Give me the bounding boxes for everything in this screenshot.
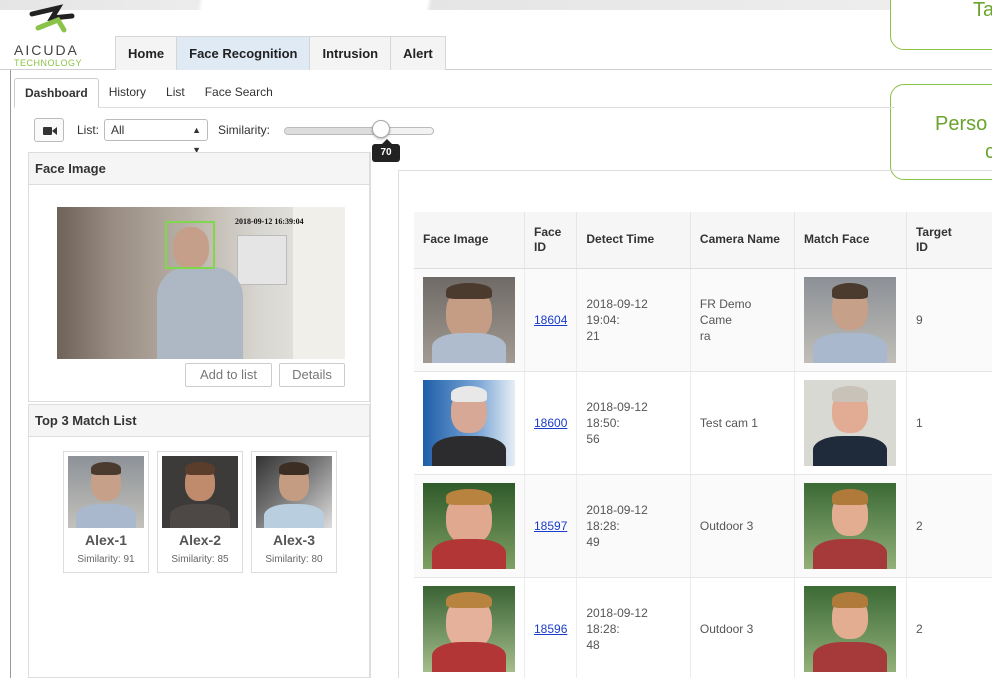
match-similarity: Similarity: 91 <box>77 554 135 565</box>
detected-face-thumbnail[interactable] <box>423 482 515 569</box>
list-select-value: All <box>111 123 125 137</box>
match-photo <box>162 456 238 528</box>
match-similarity: Similarity: 85 <box>171 554 229 565</box>
nav-alert[interactable]: Alert <box>390 36 446 70</box>
match-face-thumbnail[interactable] <box>804 379 897 466</box>
camera-name: Outdoor 3 <box>699 518 754 533</box>
col-camera-name: Camera Name <box>690 212 796 269</box>
top-navigation: Home Face Recognition Intrusion Alert <box>115 36 446 70</box>
detected-face-thumbnail[interactable] <box>423 585 515 672</box>
match-photo <box>256 456 332 528</box>
details-button[interactable]: Details <box>279 363 345 387</box>
target-id: 9 <box>906 268 992 372</box>
nav-home[interactable]: Home <box>115 36 178 70</box>
camera-name: Outdoor 3 <box>699 621 754 636</box>
tab-history[interactable]: History <box>99 78 156 107</box>
detected-face-thumbnail[interactable] <box>423 379 515 466</box>
list-label: List: <box>77 123 100 137</box>
top-match-panel: Top 3 Match List Alex-1 Similarity: 91 A… <box>28 404 370 678</box>
face-id-link[interactable]: 18596 <box>534 622 567 636</box>
callout-box-person: Perso c <box>890 84 992 180</box>
similarity-slider[interactable] <box>284 127 434 135</box>
match-card[interactable]: Alex-3 Similarity: 80 <box>251 451 337 573</box>
callout-person-line2: c <box>985 141 992 164</box>
camera-name: Test cam 1 <box>699 415 758 430</box>
similarity-label: Similarity: <box>218 123 271 137</box>
target-id: 2 <box>906 577 992 678</box>
nav-intrusion[interactable]: Intrusion <box>309 36 392 70</box>
target-id: 1 <box>906 371 992 475</box>
match-name: Alex-1 <box>84 532 128 548</box>
match-face-thumbnail[interactable] <box>804 276 897 363</box>
face-image-panel-title: Face Image <box>29 153 369 185</box>
camera-name: FR Demo Came ra <box>699 296 752 343</box>
detect-time: 2018-09-12 18:50: 56 <box>586 399 648 446</box>
match-face-thumbnail[interactable] <box>804 585 897 672</box>
nav-face-recognition[interactable]: Face Recognition <box>176 36 311 70</box>
table-header-row: Face Image Face ID Detect Time Camera Nam… <box>414 212 992 269</box>
table-row[interactable]: 18596 2018-09-12 18:28: 48 Outdoor 3 2 <box>414 577 992 678</box>
face-id-link[interactable]: 18597 <box>534 519 567 533</box>
match-name: Alex-2 <box>178 532 222 548</box>
col-target-id: Target ID <box>906 212 992 269</box>
col-face-id: Face ID <box>524 212 578 269</box>
sub-tabs: Dashboard History List Face Search <box>14 78 894 108</box>
match-similarity: Similarity: 80 <box>265 554 323 565</box>
col-face-image: Face Image <box>414 212 525 269</box>
match-card[interactable]: Alex-2 Similarity: 85 <box>157 451 243 573</box>
detect-time: 2018-09-12 19:04: 21 <box>586 296 648 343</box>
match-photo <box>68 456 144 528</box>
table-row[interactable]: 18604 2018-09-12 19:04: 21 FR Demo Came ra… <box>414 268 992 372</box>
tab-list[interactable]: List <box>156 78 195 107</box>
callout-person-line1: Perso <box>935 113 988 135</box>
window-left-border <box>10 70 11 678</box>
camera-button[interactable] <box>34 118 64 142</box>
target-id: 2 <box>906 474 992 578</box>
tab-dashboard[interactable]: Dashboard <box>14 78 99 108</box>
face-id-link[interactable]: 18604 <box>534 313 567 327</box>
brand-name: AICUDA <box>14 42 79 58</box>
match-name: Alex-3 <box>272 532 316 548</box>
detection-table: Face Image Face ID Detect Time Camera Nam… <box>414 212 992 678</box>
col-match-face: Match Face <box>794 212 907 269</box>
face-id-link[interactable]: 18600 <box>534 416 567 430</box>
detect-time: 2018-09-12 18:28: 49 <box>586 502 648 549</box>
banner-shading <box>0 0 992 10</box>
callout-top-text: Ta <box>973 0 992 21</box>
col-detect-time: Detect Time <box>576 212 691 269</box>
match-face-thumbnail[interactable] <box>804 482 897 569</box>
callout-box-top: Ta <box>890 0 992 50</box>
table-row[interactable]: 18597 2018-09-12 18:28: 49 Outdoor 3 2 <box>414 474 992 578</box>
left-column-divider <box>370 152 371 678</box>
top-banner: AICUDA TECHNOLOGY Home Face Recognition … <box>0 0 992 70</box>
similarity-value-tooltip: 70 <box>372 139 400 162</box>
add-to-list-button[interactable]: Add to list <box>185 363 272 387</box>
face-image-panel: Face Image 2018-09-12 16:39:04 Add to li… <box>28 152 370 402</box>
slider-handle[interactable] <box>372 120 391 138</box>
detected-face-thumbnail[interactable] <box>423 276 515 363</box>
table-row[interactable]: 18600 2018-09-12 18:50: 56 Test cam 1 1 <box>414 371 992 475</box>
brand-subtitle: TECHNOLOGY <box>14 58 83 68</box>
face-detection-box <box>165 221 215 269</box>
list-select[interactable]: All ▲ ▼ <box>104 119 208 155</box>
match-card[interactable]: Alex-1 Similarity: 91 <box>63 451 149 573</box>
top-match-panel-title: Top 3 Match List <box>29 405 369 437</box>
detect-time: 2018-09-12 18:28: 48 <box>586 605 648 652</box>
camera-snapshot: 2018-09-12 16:39:04 <box>57 207 345 359</box>
tab-face-search[interactable]: Face Search <box>195 78 283 107</box>
snapshot-timestamp: 2018-09-12 16:39:04 <box>235 217 304 226</box>
